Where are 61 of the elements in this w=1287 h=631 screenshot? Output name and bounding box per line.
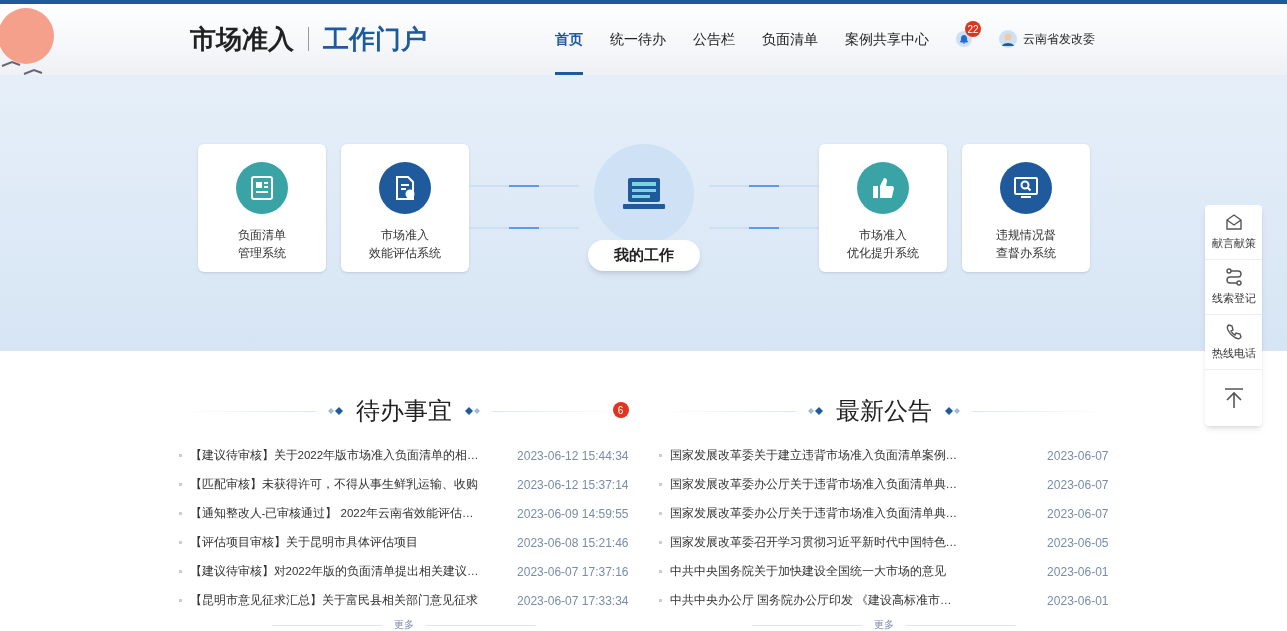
item-date: 2023-06-07 17:33:34 (517, 592, 629, 610)
item-date: 2023-06-09 14:59:55 (517, 505, 629, 523)
item-date: 2023-06-01 (1047, 592, 1109, 610)
item-date: 2023-06-12 15:44:34 (517, 447, 629, 465)
system-card[interactable]: 违规情况督 查督办系统 (961, 143, 1090, 272)
list-item[interactable]: 【建议待审核】关于2022年版市场准入负面清单的相… 2023-06-12 15:44:34 (178, 441, 629, 470)
item-date: 2023-06-07 (1047, 476, 1109, 494)
system-name: 市场准入 优化提升系统 (846, 226, 919, 262)
list-item[interactable]: 【匹配审核】未获得许可，不得从事生鲜乳运输、收购 2023-06-12 15:37:14 (178, 470, 629, 499)
section-title: 最新公告 (835, 396, 932, 426)
section-title: 待办事宜 (355, 396, 452, 426)
item-title: 【建议待审核】对2022年版的负面清单提出相关建议… (189, 563, 480, 579)
notification-badge: 22 (965, 21, 981, 38)
item-title: 【评估项目审核】关于昆明市具体评估项目 (189, 534, 419, 550)
item-title: 国家发展改革委召开学习贯彻习近平新时代中国特色… (669, 534, 958, 550)
item-date: 2023-06-08 15:21:46 (517, 534, 629, 552)
nav-tab[interactable]: 负面清单 (762, 3, 818, 75)
system-name: 违规情况督 查督办系统 (995, 226, 1056, 262)
list-item[interactable]: 国家发展改革委关于建立违背市场准入负面清单案例… 2023-06-07 (658, 441, 1109, 470)
nav-tab[interactable]: 案例共享中心 (845, 3, 929, 75)
list-item[interactable]: 【昆明市意见征求汇总】关于富民县相关部门意见征求 2023-06-07 17:33:34 (178, 586, 629, 615)
system-card[interactable]: 市场准入 优化提升系统 (818, 143, 947, 272)
list-item[interactable]: 中共中央国务院关于加快建设全国统一大市场的意见 2023-06-01 (658, 557, 1109, 586)
list-item[interactable]: 国家发展改革委办公厅关于违背市场准入负面清单典… 2023-06-07 (658, 499, 1109, 528)
item-title: 国家发展改革委办公厅关于违背市场准入负面清单典… (669, 505, 958, 521)
item-title: 【昆明市意见征求汇总】关于富民县相关部门意见征求 (189, 592, 479, 608)
list-item[interactable]: 【通知整改人-已审核通过】 2022年云南省效能评估… 2023-06-09 14:59:55 (178, 499, 629, 528)
item-title: 【建议待审核】关于2022年版市场准入负面清单的相… (189, 447, 480, 463)
item-title: 中共中央办公厅 国务院办公厅印发 《建设高标准市… (669, 592, 953, 608)
more-link[interactable]: 更多 (873, 619, 894, 631)
item-date: 2023-06-07 (1047, 447, 1109, 465)
item-date: 2023-06-01 (1047, 563, 1109, 581)
item-date: 2023-06-12 15:37:14 (517, 476, 629, 494)
system-card[interactable]: 负面清单 管理系统 (197, 143, 326, 272)
side-tool-button[interactable]: 线索登记 (1205, 260, 1262, 315)
more-link[interactable]: 更多 (393, 619, 414, 631)
item-date: 2023-06-07 (1047, 505, 1109, 523)
count-badge: 6 (612, 402, 629, 418)
system-name: 市场准入 效能评估系统 (368, 226, 441, 262)
list-item[interactable]: 国家发展改革委办公厅关于违背市场准入负面清单典… 2023-06-07 (658, 470, 1109, 499)
my-work-button[interactable]: 我的工作 (587, 239, 700, 271)
item-title: 国家发展改革委关于建立违背市场准入负面清单案例… (669, 447, 958, 463)
system-name: 负面清单 管理系统 (237, 226, 286, 262)
portal-title: 市场准入 (190, 22, 294, 56)
item-title: 国家发展改革委办公厅关于违背市场准入负面清单典… (669, 476, 958, 492)
item-title: 中共中央国务院关于加快建设全国统一大市场的意见 (669, 563, 947, 579)
item-date: 2023-06-05 (1047, 534, 1109, 552)
item-date: 2023-06-07 17:37:16 (517, 563, 629, 581)
list-item[interactable]: 【建议待审核】对2022年版的负面清单提出相关建议… 2023-06-07 17:37:16 (178, 557, 629, 586)
item-title: 【通知整改人-已审核通过】 2022年云南省效能评估… (189, 505, 475, 521)
portal-subtitle: 工作门户 (323, 22, 427, 56)
item-title: 【匹配审核】未获得许可，不得从事生鲜乳运输、收购 (189, 476, 479, 492)
side-tool-button[interactable]: 献言献策 (1205, 205, 1262, 260)
user-name[interactable]: 云南省发改委 (1023, 30, 1095, 49)
list-item[interactable]: 中共中央办公厅 国务院办公厅印发 《建设高标准市… 2023-06-01 (658, 586, 1109, 615)
nav-tab[interactable]: 统一待办 (610, 3, 666, 75)
list-item[interactable]: 【评估项目审核】关于昆明市具体评估项目 2023-06-08 15:21:46 (178, 528, 629, 557)
system-card[interactable]: 市场准入 效能评估系统 (340, 143, 469, 272)
side-tool-button[interactable]: 热线电话 (1205, 315, 1262, 370)
list-item[interactable]: 国家发展改革委召开学习贯彻习近平新时代中国特色… 2023-06-05 (658, 528, 1109, 557)
nav-tab[interactable]: 公告栏 (693, 3, 735, 75)
